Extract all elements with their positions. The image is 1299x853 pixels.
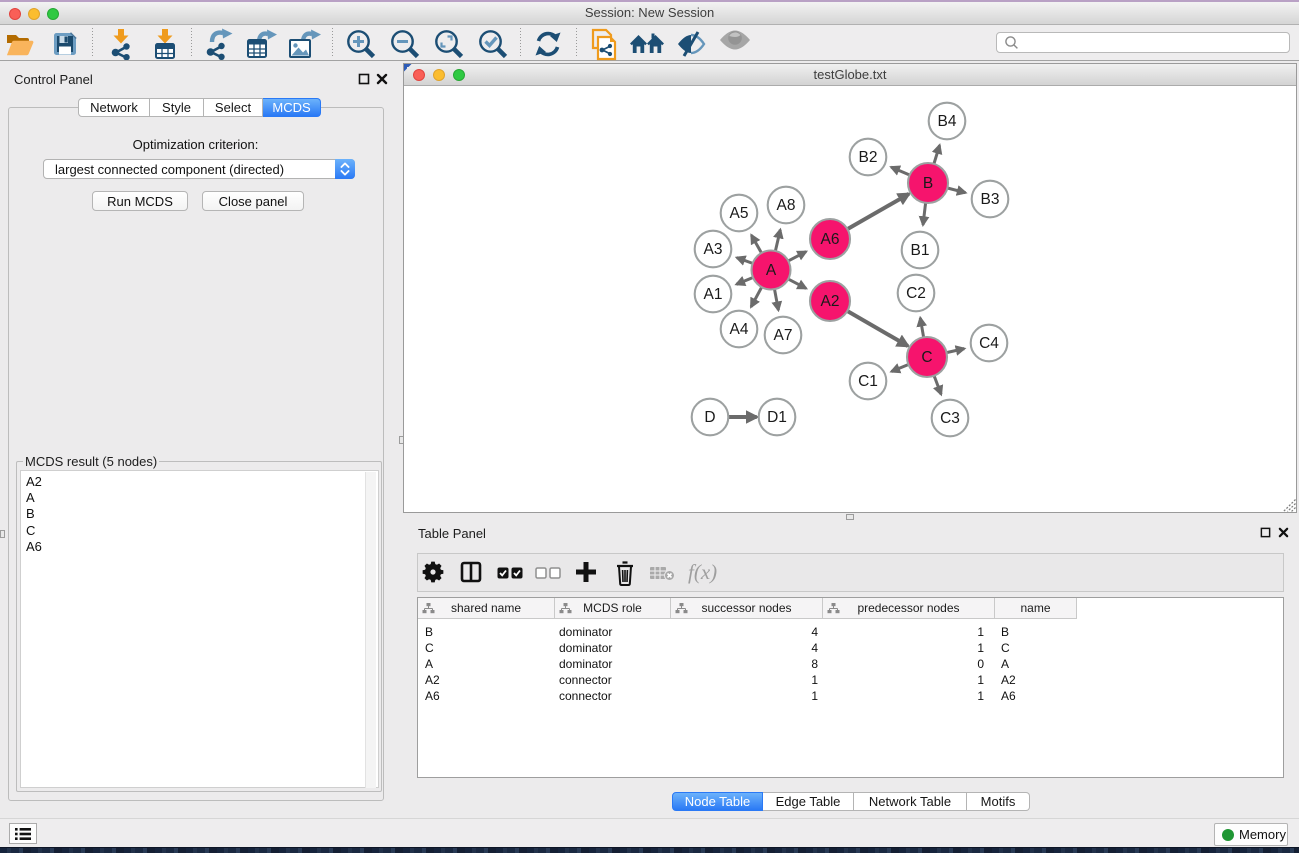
svg-text:C3: C3 (940, 410, 960, 427)
svg-text:A2: A2 (821, 293, 840, 310)
svg-text:A8: A8 (777, 197, 796, 214)
svg-text:A: A (766, 262, 777, 279)
svg-text:B3: B3 (981, 191, 1000, 208)
svg-text:C2: C2 (906, 285, 926, 302)
svg-text:B1: B1 (911, 242, 930, 259)
svg-text:A6: A6 (821, 231, 840, 248)
svg-text:D1: D1 (767, 409, 787, 426)
svg-text:B2: B2 (859, 149, 878, 166)
svg-text:A5: A5 (730, 205, 749, 222)
svg-text:B4: B4 (938, 113, 957, 130)
svg-text:A7: A7 (774, 327, 793, 344)
svg-text:C1: C1 (858, 373, 878, 390)
svg-text:C4: C4 (979, 335, 999, 352)
svg-text:D: D (704, 409, 715, 426)
svg-text:C: C (921, 349, 932, 366)
svg-text:A1: A1 (704, 286, 723, 303)
svg-text:B: B (923, 175, 933, 192)
svg-text:A3: A3 (704, 241, 723, 258)
svg-text:A4: A4 (730, 321, 749, 338)
